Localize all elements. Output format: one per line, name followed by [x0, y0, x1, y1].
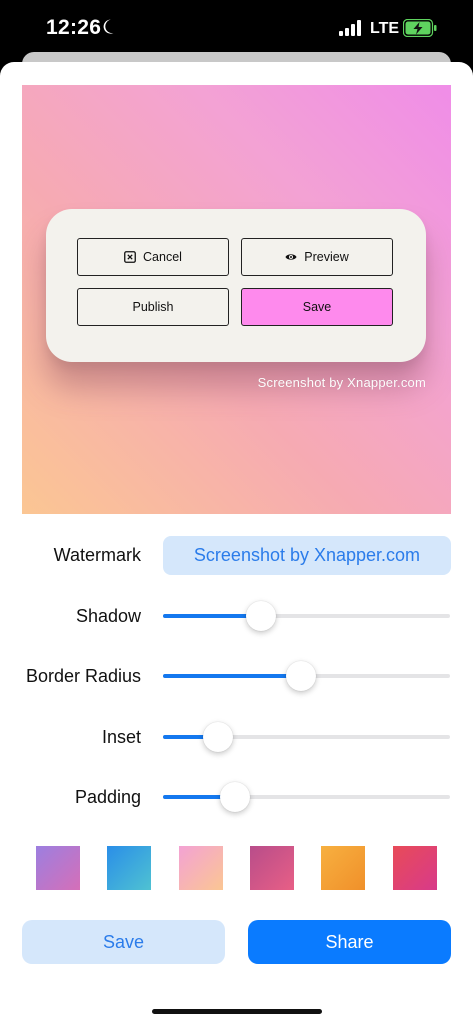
screenshot-preview: Cancel Preview Publish Save Screenshot b… [22, 85, 451, 514]
card-save-label: Save [302, 300, 332, 314]
inset-label: Inset [101, 727, 141, 747]
border-radius-slider[interactable] [163, 660, 450, 692]
padding-slider[interactable] [163, 781, 450, 813]
battery-charging-icon [403, 19, 437, 37]
slider-thumb[interactable] [219, 782, 250, 812]
swatch-pink-peach-gradient[interactable] [179, 846, 223, 890]
close-box-icon [124, 251, 136, 263]
moon-icon [103, 19, 114, 34]
watermark-overlay: Screenshot by Xnapper.com [257, 375, 426, 390]
preview-card: Cancel Preview Publish Save [46, 209, 426, 362]
shadow-slider[interactable] [163, 600, 450, 632]
watermark-label: Watermark [53, 545, 141, 565]
slider-fill [163, 674, 301, 678]
network-type: LTE [370, 20, 400, 37]
save-button[interactable]: Save [22, 920, 225, 964]
cancel-button: Cancel [77, 238, 229, 276]
border-radius-label: Border Radius [25, 666, 141, 686]
swatch-purple-gradient[interactable] [36, 846, 80, 890]
swatch-blue-gradient[interactable] [107, 846, 151, 890]
eye-icon [285, 254, 297, 260]
status-bar: 12:26 LTE [0, 0, 473, 58]
card-save-button: Save [241, 288, 393, 326]
inset-slider[interactable] [163, 721, 450, 753]
swatch-orange-gradient[interactable] [321, 846, 365, 890]
shadow-label: Shadow [75, 606, 141, 626]
swatch-red-pink-gradient[interactable] [393, 846, 437, 890]
publish-label: Publish [132, 300, 174, 314]
status-time: 12:26 [46, 16, 102, 39]
preview-button: Preview [241, 238, 393, 276]
share-button[interactable]: Share [248, 920, 451, 964]
slider-thumb[interactable] [245, 601, 276, 631]
preview-label: Preview [304, 250, 349, 264]
watermark-input[interactable] [163, 536, 451, 575]
home-indicator [152, 1009, 322, 1014]
padding-label: Padding [74, 787, 141, 807]
cancel-label: Cancel [143, 250, 182, 264]
signal-icon [339, 20, 361, 36]
slider-thumb[interactable] [202, 722, 233, 752]
publish-button: Publish [77, 288, 229, 326]
swatch-magenta-gradient[interactable] [250, 846, 294, 890]
slider-thumb[interactable] [285, 661, 316, 691]
